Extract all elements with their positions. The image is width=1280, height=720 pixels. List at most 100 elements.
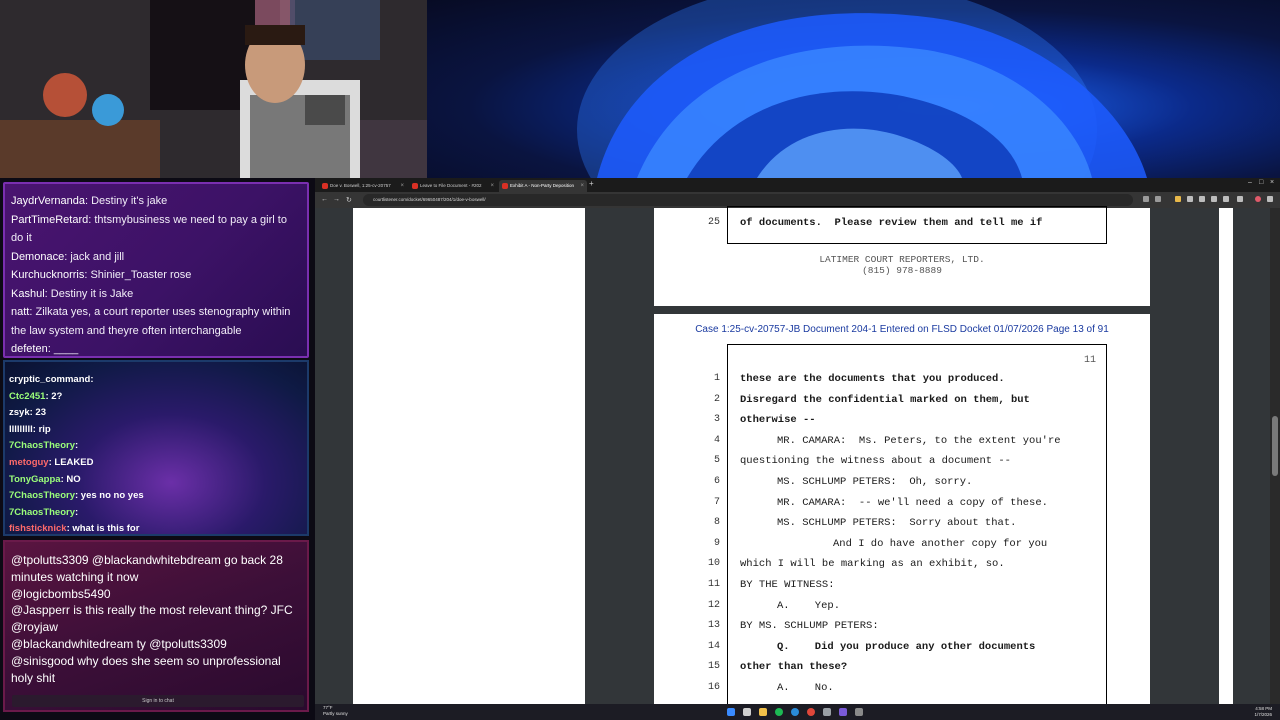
extension-icon[interactable]	[1187, 196, 1193, 202]
chat-username[interactable]: lllllllll	[9, 424, 33, 435]
chrome-icon[interactable]	[807, 708, 815, 716]
chat-username[interactable]: zsyk	[9, 407, 30, 418]
transcript-line: BY THE WITNESS:	[740, 579, 835, 591]
chat-username[interactable]: cryptic_command	[9, 374, 90, 385]
chat-username[interactable]: metoguy	[9, 457, 49, 468]
maximize-button[interactable]: □	[1259, 179, 1263, 186]
chat-text: : thtsmybusiness we need to pay a girl t…	[88, 213, 287, 226]
forward-arrow-icon[interactable]: →	[333, 196, 340, 203]
reload-icon[interactable]: ↻	[346, 196, 352, 204]
tab-leave-to-file[interactable]: Leave to File Document - #202 ×	[409, 180, 497, 192]
browser-window: Doe v. Boswell, 1:25-cv-20757 × Leave to…	[315, 178, 1280, 716]
transcript-line: questioning the witness about a document…	[740, 455, 1011, 468]
profile-avatar-icon[interactable]	[1255, 196, 1261, 202]
start-icon[interactable]	[727, 708, 735, 716]
tab-exhibit-a[interactable]: Exhibit A - Non-Party Deposition ×	[499, 180, 587, 192]
extension-icon[interactable]	[1199, 196, 1205, 202]
tab-label: Leave to File Document - #202	[420, 183, 482, 188]
court-filing-header: Case 1:25-cv-20757-JB Document 204-1 Ent…	[695, 324, 1109, 335]
chat-username[interactable]: 7ChaosTheory	[9, 440, 75, 451]
close-icon[interactable]: ×	[400, 180, 404, 192]
chat-username[interactable]: JaydrVernanda	[11, 195, 85, 207]
back-arrow-icon[interactable]: ←	[321, 196, 328, 203]
pdf-viewer[interactable]: 25 of documents. Please review them and …	[315, 206, 1280, 716]
line-number: 4	[713, 434, 720, 446]
downloads-icon[interactable]	[1237, 196, 1243, 202]
stream-chat-column: JaydrVernanda: Destiny it's jake PartTime…	[0, 178, 315, 720]
minimize-button[interactable]: –	[1248, 179, 1252, 186]
chat-username[interactable]: defeten	[11, 343, 48, 355]
line-number: 8	[713, 517, 720, 529]
app-icon[interactable]	[839, 708, 847, 716]
chat-text: : Zilkata yes, a court reporter uses ste…	[29, 306, 291, 318]
chat-username[interactable]: 7ChaosTheory	[9, 507, 75, 518]
new-tab-button[interactable]: +	[589, 179, 594, 188]
line-number: 11	[707, 579, 720, 590]
chat-username[interactable]: fishsticknick	[9, 523, 67, 534]
chat-message: @blackandwhitedream ty @tpolutts3309	[11, 636, 227, 651]
chat-username[interactable]: 7ChaosTheory	[9, 490, 75, 501]
clock-date: 1/7/2026	[1254, 712, 1272, 717]
chat-message: metoguy: LEAKED	[9, 455, 303, 472]
tab-docket[interactable]: Doe v. Boswell, 1:25-cv-20757 ×	[319, 180, 407, 192]
task-view-icon[interactable]	[743, 708, 751, 716]
line-number: 6	[713, 476, 720, 487]
chat-message: 7ChaosTheory:	[9, 438, 303, 455]
transcript-line: MS. SCHLUMP PETERS: Sorry about that.	[777, 517, 1017, 530]
chat-username[interactable]: Demonace	[11, 251, 64, 263]
chat-text: : ____	[47, 343, 79, 355]
close-icon[interactable]: ×	[490, 180, 494, 192]
extension-icon[interactable]	[1223, 196, 1229, 202]
chat-panel-tertiary[interactable]: @tpolutts3309 @blackandwhitebdream go ba…	[3, 540, 309, 712]
line-number: 14	[707, 640, 720, 652]
pdf-page: 25 of documents. Please review them and …	[654, 206, 1150, 306]
chat-message: TonyGappa: NO	[9, 472, 303, 489]
line-number: 10	[707, 558, 720, 570]
settings-icon[interactable]	[823, 708, 831, 716]
extension-icon[interactable]	[1211, 196, 1217, 202]
taskbar: 77°F Partly sunny 4:58 PM 1/7/2026	[315, 704, 1280, 720]
chat-username[interactable]: natt	[11, 306, 29, 318]
weather-widget[interactable]: 77°F Partly sunny	[323, 705, 348, 717]
sign-in-to-chat-button[interactable]: Sign in to chat	[12, 695, 304, 707]
close-window-button[interactable]: ×	[1270, 179, 1274, 186]
url-field[interactable]: courtlistener.com/docket/69650487/204/1/…	[363, 194, 1133, 206]
tab-bar: Doe v. Boswell, 1:25-cv-20757 × Leave to…	[315, 178, 1280, 192]
chat-username[interactable]: Kashul	[11, 288, 45, 300]
chat-message: lllllllll: rip	[9, 422, 303, 439]
app-icon[interactable]	[855, 708, 863, 716]
transcript-line: Q. Did you produce any other documents	[777, 640, 1036, 653]
transcript-line: A. Yep.	[777, 599, 841, 612]
menu-icon[interactable]	[1267, 196, 1273, 202]
chat-message: fishsticknick: what is this for	[9, 521, 303, 538]
chat-message: Demonace: jack and jill	[11, 248, 301, 267]
pdf-favicon-icon	[322, 183, 328, 189]
chat-panel-secondary[interactable]: cryptic_command: Ctc2451: 2? zsyk: 23 lllll…	[3, 360, 309, 536]
chat-username[interactable]: TonyGappa	[9, 474, 61, 485]
extension-icon[interactable]	[1175, 196, 1181, 202]
spotify-icon[interactable]	[775, 708, 783, 716]
file-explorer-icon[interactable]	[759, 708, 767, 716]
chat-username[interactable]: PartTimeRetard	[11, 214, 88, 226]
line-number: 16	[707, 682, 720, 693]
star-icon[interactable]	[1155, 196, 1161, 202]
chat-message-list: JaydrVernanda: Destiny it's jake PartTime…	[11, 192, 301, 359]
chat-text: :	[75, 506, 79, 518]
chat-username[interactable]: Kurchucknorris	[11, 269, 84, 281]
transcript-line: Disregard the confidential marked on the…	[740, 393, 1030, 406]
scrollbar-thumb[interactable]	[1272, 416, 1278, 476]
transcript-line: otherwise --	[740, 414, 816, 427]
chat-message: 7ChaosTheory: yes no no yes	[9, 488, 303, 505]
edge-icon[interactable]	[791, 708, 799, 716]
zoom-icon[interactable]	[1143, 196, 1149, 202]
chat-text: : jack and jill	[64, 250, 125, 263]
chat-message-list: cryptic_command: Ctc2451: 2? zsyk: 23 lllll…	[9, 372, 303, 538]
chat-text: : what is this for	[66, 523, 140, 535]
system-clock[interactable]: 4:58 PM 1/7/2026	[1254, 706, 1272, 718]
chat-panel-primary[interactable]: JaydrVernanda: Destiny it's jake PartTime…	[3, 182, 309, 358]
screen: JaydrVernanda: Destiny it's jake PartTime…	[0, 0, 1280, 720]
chat-username[interactable]: Ctc2451	[9, 391, 45, 402]
chat-message: defeten: ____	[11, 340, 301, 359]
close-icon[interactable]: ×	[580, 180, 584, 192]
reporter-name: LATIMER COURT REPORTERS, LTD.	[819, 254, 985, 265]
